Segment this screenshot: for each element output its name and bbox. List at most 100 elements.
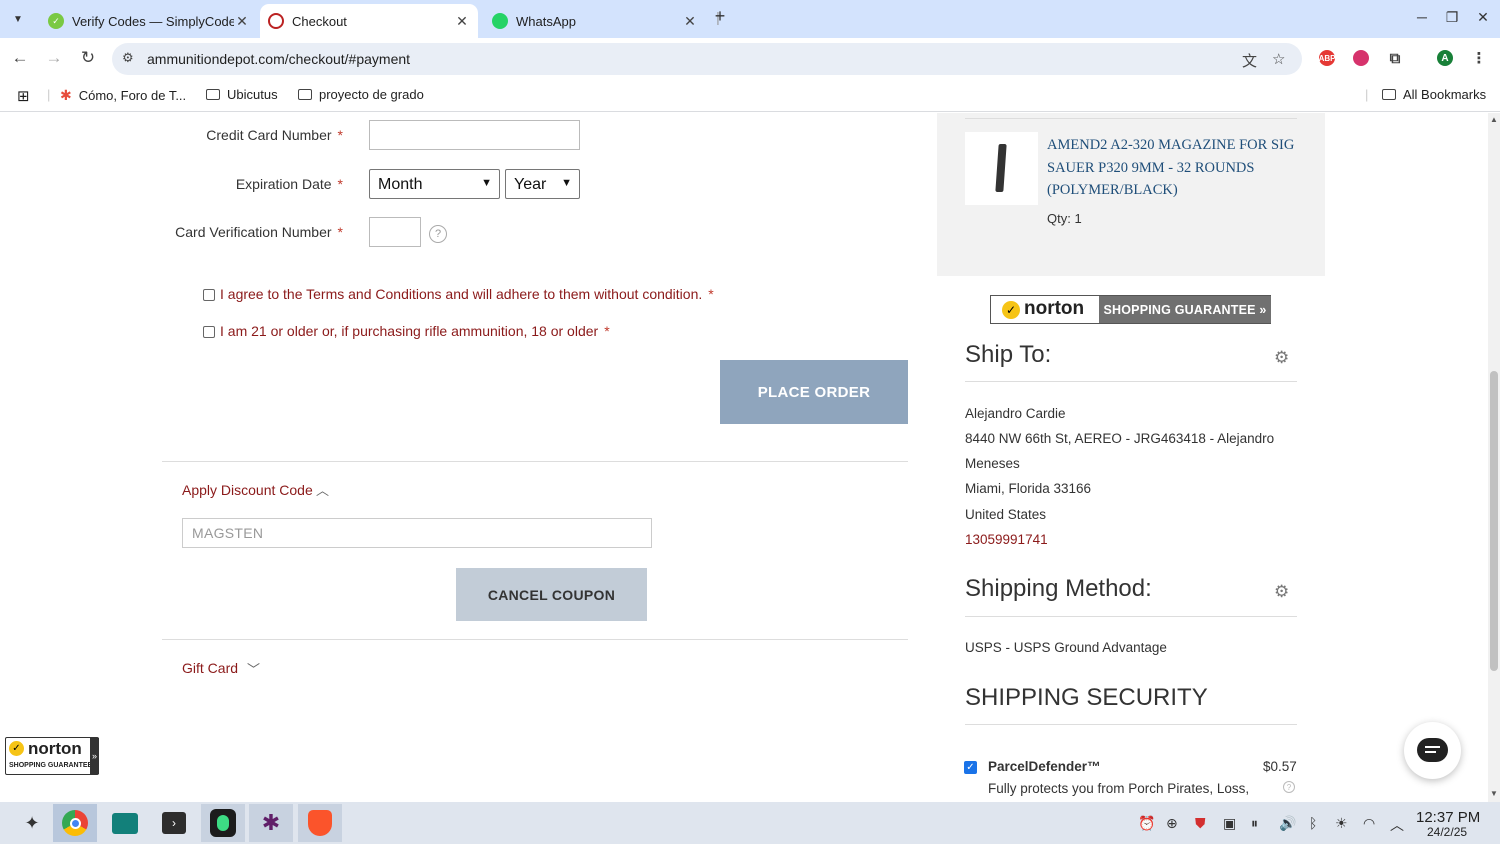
chevron-up-icon[interactable]: ︿ (1390, 815, 1404, 835)
folder-icon (298, 89, 312, 100)
reload-button[interactable]: ↻ (76, 46, 100, 70)
bookmark-ubicutus[interactable]: Ubicutus (206, 87, 278, 102)
terms-label[interactable]: I agree to the Terms and Conditions and … (220, 286, 714, 302)
foro-favicon-icon: ✱ (60, 87, 72, 103)
bookmarks-bar: ⊞ | ✱ Cómo, Foro de T... Ubicutus proyec… (0, 78, 1500, 112)
gift-card-toggle[interactable]: Gift Card (182, 660, 238, 676)
close-tab-icon[interactable]: ✕ (454, 13, 470, 30)
bluetooth-icon[interactable]: ᛒ (1309, 815, 1317, 831)
ship-address-line1: 8440 NW 66th St, AEREO - JRG463418 - Ale… (965, 431, 1275, 446)
security-shield-icon[interactable]: ⛊ (1195, 815, 1206, 832)
volume-icon[interactable]: 🔊 (1279, 815, 1296, 832)
parceldefender-help-icon[interactable]: ? (1283, 781, 1295, 793)
extensions-puzzle-icon[interactable]: ⧉ (1387, 50, 1403, 67)
arrow-left-icon: ← (11, 48, 29, 67)
edit-address-gear-icon[interactable]: ⚙ (1274, 348, 1289, 368)
minimize-icon[interactable]: ─ (1412, 9, 1432, 25)
url-text[interactable]: ammunitiondepot.com/checkout/#payment (147, 51, 410, 67)
cvv-help-icon[interactable]: ? (429, 225, 447, 243)
norton-guarantee-banner[interactable]: ✓ norton SHOPPING GUARANTEE » (990, 295, 1271, 324)
shipping-method-value: USPS - USPS Ground Advantage (965, 640, 1167, 655)
chevron-down-icon[interactable]: ﹀ (247, 659, 260, 678)
norton-floating-badge[interactable]: ✓ norton SHOPPING GUARANTEE » (5, 737, 99, 775)
exp-year-select[interactable]: Year ▼ (505, 169, 580, 199)
cvv-input[interactable] (369, 217, 421, 247)
norton-badge-sub: SHOPPING GUARANTEE (9, 762, 93, 769)
all-bookmarks[interactable]: All Bookmarks (1382, 87, 1486, 102)
chevron-right-icon: » (90, 738, 99, 774)
tab-checkout[interactable]: Checkout ✕ (260, 4, 478, 38)
android-app-taskbar-icon[interactable] (201, 804, 245, 842)
forward-button[interactable]: → (42, 46, 66, 70)
chevron-up-icon[interactable]: ︿ (316, 480, 329, 499)
close-tab-icon[interactable]: ✕ (682, 13, 698, 30)
folder-icon (206, 89, 220, 100)
profile-avatar[interactable]: A (1437, 50, 1453, 66)
adblock-plus-icon[interactable]: ABP (1319, 50, 1335, 66)
chat-button[interactable] (1404, 722, 1461, 779)
bookmark-star-icon[interactable]: ☆ (1272, 50, 1285, 68)
back-button[interactable]: ← (8, 46, 32, 70)
age-label[interactable]: I am 21 or older or, if purchasing rifle… (220, 323, 610, 339)
launcher-icon[interactable]: ✦ (10, 804, 54, 842)
apply-discount-toggle[interactable]: Apply Discount Code (182, 482, 313, 498)
apps-grid-icon[interactable]: ⊞ (17, 87, 30, 105)
discount-code-input[interactable]: MAGSTEN (182, 518, 652, 548)
ship-phone-link[interactable]: 13059991741 (965, 532, 1048, 547)
more-menu-icon[interactable]: ⋮ (1471, 50, 1487, 67)
bookmark-label: proyecto de grado (319, 87, 424, 102)
address-bar[interactable]: ⚙ ammunitiondepot.com/checkout/#payment … (112, 43, 1302, 75)
terms-checkbox[interactable] (203, 289, 215, 301)
tab-title: WhatsApp (516, 13, 576, 29)
bookmark-separator: | (47, 87, 51, 102)
age-checkbox[interactable] (203, 326, 215, 338)
clipboard-icon[interactable]: ▣ (1223, 815, 1236, 832)
bookmark-proyecto[interactable]: proyecto de grado (298, 87, 424, 102)
parceldefender-name: ParcelDefender™ (988, 759, 1101, 774)
chrome-taskbar-icon[interactable] (53, 804, 97, 842)
place-order-button[interactable]: PLACE ORDER (720, 360, 908, 424)
scroll-up-icon[interactable]: ▲ (1490, 115, 1498, 124)
cc-number-input[interactable] (369, 120, 580, 150)
shipping-method-heading: Shipping Method: (965, 575, 1152, 602)
os-taskbar: ✦ › ✱ ⏰ ⊕ ⛊ ▣ ⏸ 🔊 ᛒ ☀ ◠ ︿ 12:37 PM 24/2/… (0, 802, 1500, 844)
chevron-down-icon: ▼ (13, 13, 23, 25)
parceldefender-checkbox[interactable]: ✓ (964, 761, 977, 774)
reload-icon: ↻ (80, 48, 96, 67)
edit-shipping-gear-icon[interactable]: ⚙ (1274, 582, 1289, 602)
chevron-down-icon: ▼ (561, 177, 572, 189)
tab-whatsapp[interactable]: WhatsApp ✕ (484, 4, 706, 38)
cancel-coupon-button[interactable]: CANCEL COUPON (456, 568, 647, 621)
files-taskbar-icon[interactable] (103, 804, 147, 842)
new-tab-button[interactable]: + (710, 6, 730, 27)
page-scrollbar[interactable]: ▲ ▼ (1488, 113, 1500, 802)
network-vpn-icon[interactable]: ⊕ (1166, 815, 1178, 832)
notification-icon[interactable]: ⏰ (1138, 815, 1155, 832)
scrollbar-thumb[interactable] (1490, 371, 1498, 671)
product-name-link[interactable]: AMEND2 A2-320 MAGAZINE FOR SIG SAUER P32… (1047, 134, 1297, 202)
close-window-icon[interactable]: ✕ (1473, 9, 1493, 26)
restore-icon[interactable]: ❐ (1442, 9, 1462, 26)
chat-icon (1417, 738, 1448, 762)
tab-search-button[interactable]: ▼ (8, 9, 28, 29)
terminal-taskbar-icon[interactable]: › (152, 804, 196, 842)
exp-month-select[interactable]: Month ▼ (369, 169, 500, 199)
wifi-icon[interactable]: ◠ (1363, 815, 1375, 832)
bookmark-foro[interactable]: ✱ Cómo, Foro de T... (60, 87, 186, 104)
tab-simplycodes[interactable]: ✓ Verify Codes — SimplyCodes ✕ (38, 4, 260, 38)
media-pause-icon[interactable]: ⏸ (1251, 815, 1258, 832)
clock-date[interactable]: 24/2/25 (1427, 825, 1467, 839)
clock-time[interactable]: 12:37 PM (1416, 809, 1480, 826)
product-thumbnail[interactable] (965, 132, 1038, 205)
site-info-icon[interactable]: ⚙ (122, 50, 134, 66)
brightness-icon[interactable]: ☀ (1335, 815, 1348, 832)
scroll-down-icon[interactable]: ▼ (1490, 789, 1498, 798)
product-qty: Qty: 1 (1047, 211, 1082, 226)
brave-taskbar-icon[interactable] (298, 804, 342, 842)
translate-icon[interactable]: 文 (1242, 50, 1257, 71)
slack-taskbar-icon[interactable]: ✱ (249, 804, 293, 842)
close-tab-icon[interactable]: ✕ (234, 13, 250, 30)
parceldefender-price: $0.57 (1263, 759, 1297, 774)
extension-icon[interactable] (1353, 50, 1369, 66)
tab-title: Verify Codes — SimplyCodes (72, 13, 234, 29)
